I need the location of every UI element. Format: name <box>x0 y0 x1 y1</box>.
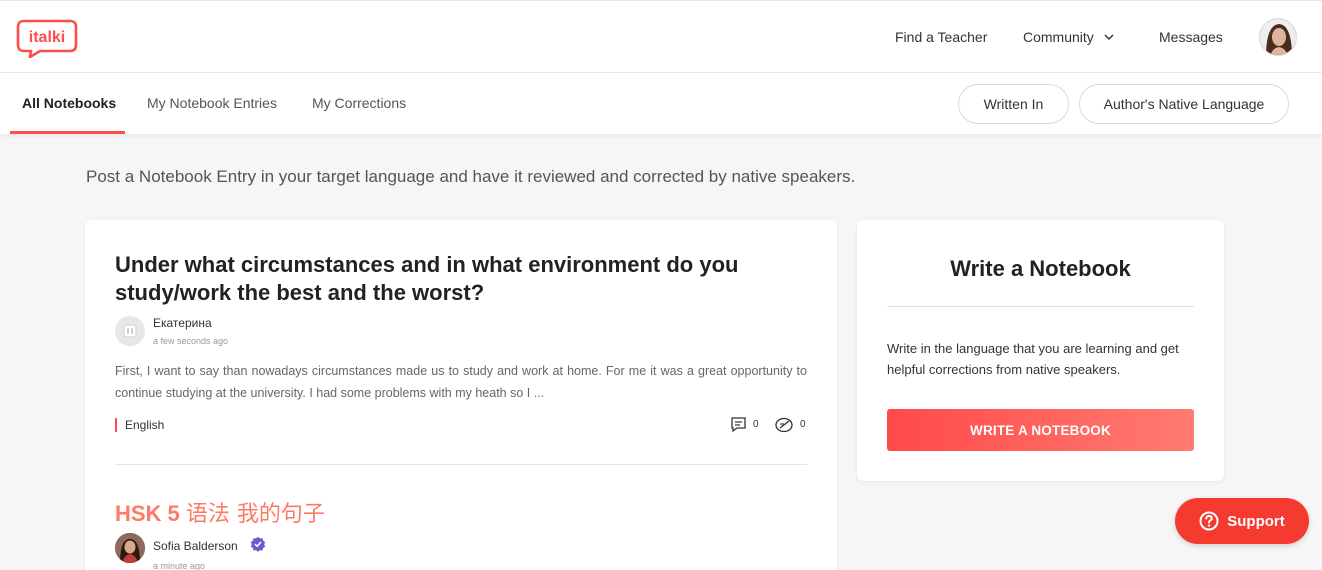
italki-logo[interactable]: italki <box>16 18 78 60</box>
user-avatar[interactable] <box>1259 18 1297 56</box>
entry-excerpt[interactable]: First, I want to say than nowadays circu… <box>115 360 807 404</box>
notebook-subnav: All Notebooks My Notebook Entries My Cor… <box>0 73 1322 134</box>
card-divider <box>887 306 1194 307</box>
native-language-filter-button[interactable]: Author's Native Language <box>1079 84 1289 124</box>
corrections-count-value: 0 <box>800 419 806 430</box>
tab-all-notebooks[interactable]: All Notebooks <box>22 95 116 111</box>
write-a-notebook-button[interactable]: WRITE A NOTEBOOK <box>887 409 1194 451</box>
active-tab-indicator <box>10 131 125 134</box>
entry-title[interactable]: Under what circumstances and in what env… <box>115 251 805 307</box>
entry-title-latin: HSK 5 <box>115 501 180 526</box>
write-notebook-description: Write in the language that you are learn… <box>887 341 1179 377</box>
top-navigation-bar: italki Find a Teacher Community Messages <box>0 0 1322 73</box>
help-icon <box>1199 511 1219 531</box>
corrections-count[interactable]: 0 <box>775 416 806 433</box>
entry-timestamp: a few seconds ago <box>153 336 229 346</box>
comment-icon <box>731 417 746 433</box>
verified-badge-icon <box>250 536 266 552</box>
entry-timestamp: a minute ago <box>153 561 206 570</box>
write-notebook-card: Write a Notebook Write in the language t… <box>857 220 1224 481</box>
support-button[interactable]: Support <box>1175 498 1309 544</box>
author-name[interactable]: Sofia Balderson <box>153 539 238 553</box>
nav-community-label: Community <box>1023 29 1094 45</box>
avatar[interactable] <box>115 316 145 346</box>
nav-messages[interactable]: Messages <box>1159 29 1223 45</box>
entry-divider <box>115 464 807 465</box>
avatar[interactable] <box>115 533 145 563</box>
nav-community[interactable]: Community <box>1023 29 1114 45</box>
svg-text:italki: italki <box>29 29 65 46</box>
intro-text: Post a Notebook Entry in your target lan… <box>86 167 856 186</box>
correction-icon <box>775 417 793 433</box>
tab-my-corrections[interactable]: My Corrections <box>312 95 406 111</box>
chevron-down-icon <box>1104 34 1114 41</box>
written-in-filter-button[interactable]: Written In <box>958 84 1069 124</box>
tab-my-notebook-entries[interactable]: My Notebook Entries <box>147 95 277 111</box>
author-name[interactable]: Екатерина <box>153 316 212 330</box>
support-label: Support <box>1227 512 1285 530</box>
default-avatar-icon <box>123 324 137 338</box>
comments-count[interactable]: 0 <box>730 416 759 433</box>
notebook-feed: Under what circumstances and in what env… <box>85 220 837 570</box>
language-tag: English <box>115 418 164 432</box>
entry-title[interactable]: HSK 5 语法 我的句子 <box>115 496 325 528</box>
comments-count-value: 0 <box>753 419 759 430</box>
write-notebook-title: Write a Notebook <box>950 256 1131 281</box>
entry-title-chinese: 语法 我的句子 <box>185 502 325 527</box>
nav-find-a-teacher[interactable]: Find a Teacher <box>895 29 987 45</box>
